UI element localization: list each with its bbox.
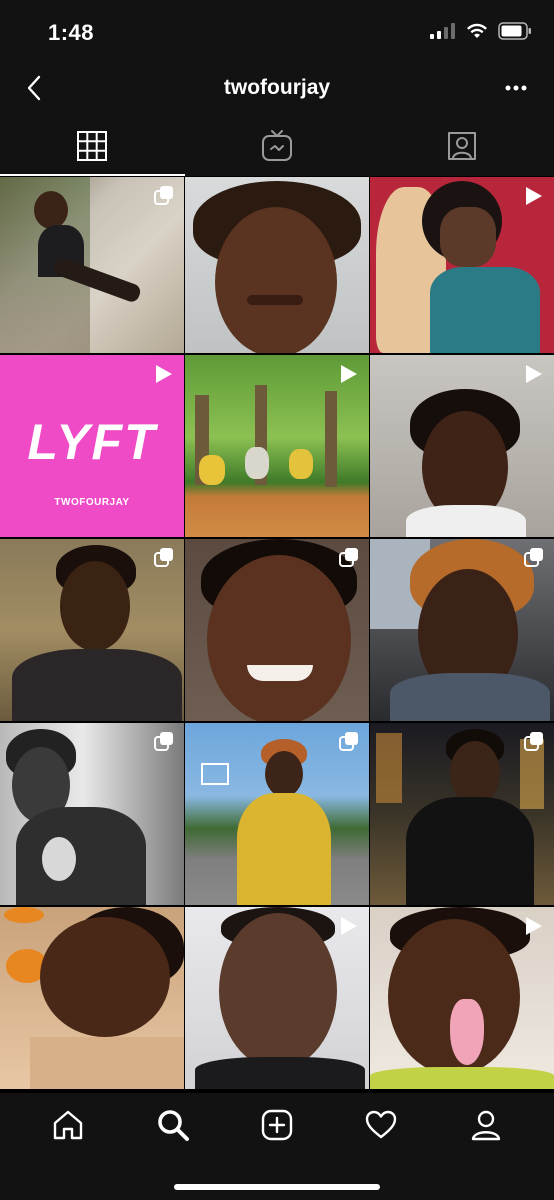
profile-icon — [471, 1110, 500, 1141]
bottom-navigation — [0, 1093, 554, 1200]
posts-grid: LYFT TWOFOURJAY — [0, 177, 554, 1093]
post-thumbnail[interactable] — [185, 539, 369, 721]
nav-activity[interactable] — [351, 1095, 411, 1155]
more-horizontal-icon — [505, 85, 527, 91]
profile-tabs — [0, 116, 554, 176]
add-post-icon — [261, 1109, 293, 1141]
igtv-icon — [262, 130, 292, 161]
post-thumbnail[interactable] — [370, 177, 554, 353]
post-thumbnail[interactable] — [370, 907, 554, 1089]
more-options-button[interactable] — [500, 72, 532, 104]
search-icon — [157, 1110, 189, 1141]
post-thumbnail[interactable] — [185, 355, 369, 537]
post-thumbnail[interactable] — [185, 907, 369, 1089]
status-time: 1:48 — [48, 20, 95, 45]
post-thumbnail[interactable] — [370, 723, 554, 905]
nav-profile[interactable] — [456, 1095, 516, 1155]
post-thumbnail[interactable]: LYFT TWOFOURJAY — [0, 355, 184, 537]
carousel-icon — [524, 731, 544, 756]
carousel-icon — [154, 547, 174, 572]
tab-tagged[interactable] — [369, 116, 554, 176]
post-thumbnail[interactable] — [0, 539, 184, 721]
carousel-icon — [154, 185, 174, 210]
post-thumbnail[interactable] — [0, 177, 184, 353]
status-icons — [430, 22, 532, 40]
video-icon — [522, 185, 544, 212]
cellular-signal-icon — [430, 23, 455, 39]
wifi-icon — [467, 23, 487, 38]
carousel-icon — [339, 547, 359, 572]
video-icon — [152, 363, 174, 390]
profile-header: twofourjay — [0, 60, 554, 116]
nav-search[interactable] — [143, 1095, 203, 1155]
status-bar: 1:48 — [0, 0, 554, 60]
post-thumbnail[interactable] — [185, 723, 369, 905]
tagged-person-icon — [447, 132, 476, 160]
nav-create[interactable] — [247, 1095, 307, 1155]
grid-icon — [77, 131, 108, 161]
post-thumbnail[interactable] — [370, 355, 554, 537]
carousel-icon — [524, 547, 544, 572]
tab-igtv[interactable] — [185, 116, 370, 176]
nav-home[interactable] — [38, 1095, 98, 1155]
home-indicator[interactable] — [174, 1184, 380, 1190]
post-thumbnail[interactable] — [0, 723, 184, 905]
post-thumbnail[interactable] — [370, 539, 554, 721]
battery-icon — [498, 22, 531, 40]
post-thumbnail[interactable] — [185, 177, 369, 353]
video-icon — [522, 363, 544, 390]
home-icon — [53, 1110, 83, 1140]
post-caption: LYFT — [27, 414, 157, 470]
post-thumbnail[interactable] — [0, 907, 184, 1089]
carousel-icon — [154, 731, 174, 756]
video-icon — [337, 363, 359, 390]
carousel-icon — [339, 731, 359, 756]
post-subcaption: TWOFOURJAY — [54, 497, 130, 508]
video-icon — [522, 915, 544, 942]
video-icon — [337, 915, 359, 942]
tab-grid[interactable] — [0, 116, 185, 176]
heart-icon — [366, 1110, 397, 1139]
profile-username: twofourjay — [223, 76, 331, 99]
